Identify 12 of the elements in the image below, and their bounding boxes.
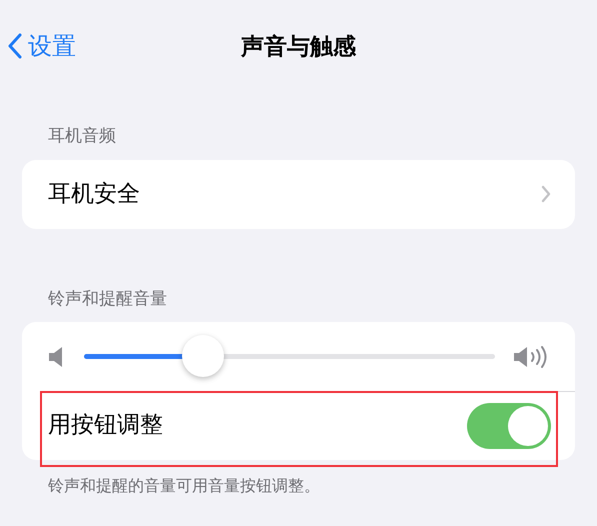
section-header: 铃声和提醒音量 [47, 288, 168, 310]
row-label: 用按钮调整 [48, 411, 163, 440]
section-footer: 铃声和提醒的音量可用音量按钮调整。 [0, 460, 597, 498]
settings-row[interactable]: 耳机安全 [22, 160, 575, 228]
slider-thumb[interactable] [182, 335, 224, 377]
row-label: 耳机安全 [48, 180, 140, 209]
back-button[interactable]: 设置 [8, 28, 76, 64]
page-title: 声音与触感 [241, 33, 356, 62]
back-chevron-icon [8, 33, 22, 59]
toggle-switch[interactable] [467, 402, 551, 448]
section-header: 耳机音频 [47, 125, 117, 148]
chevron-icon [541, 185, 551, 203]
